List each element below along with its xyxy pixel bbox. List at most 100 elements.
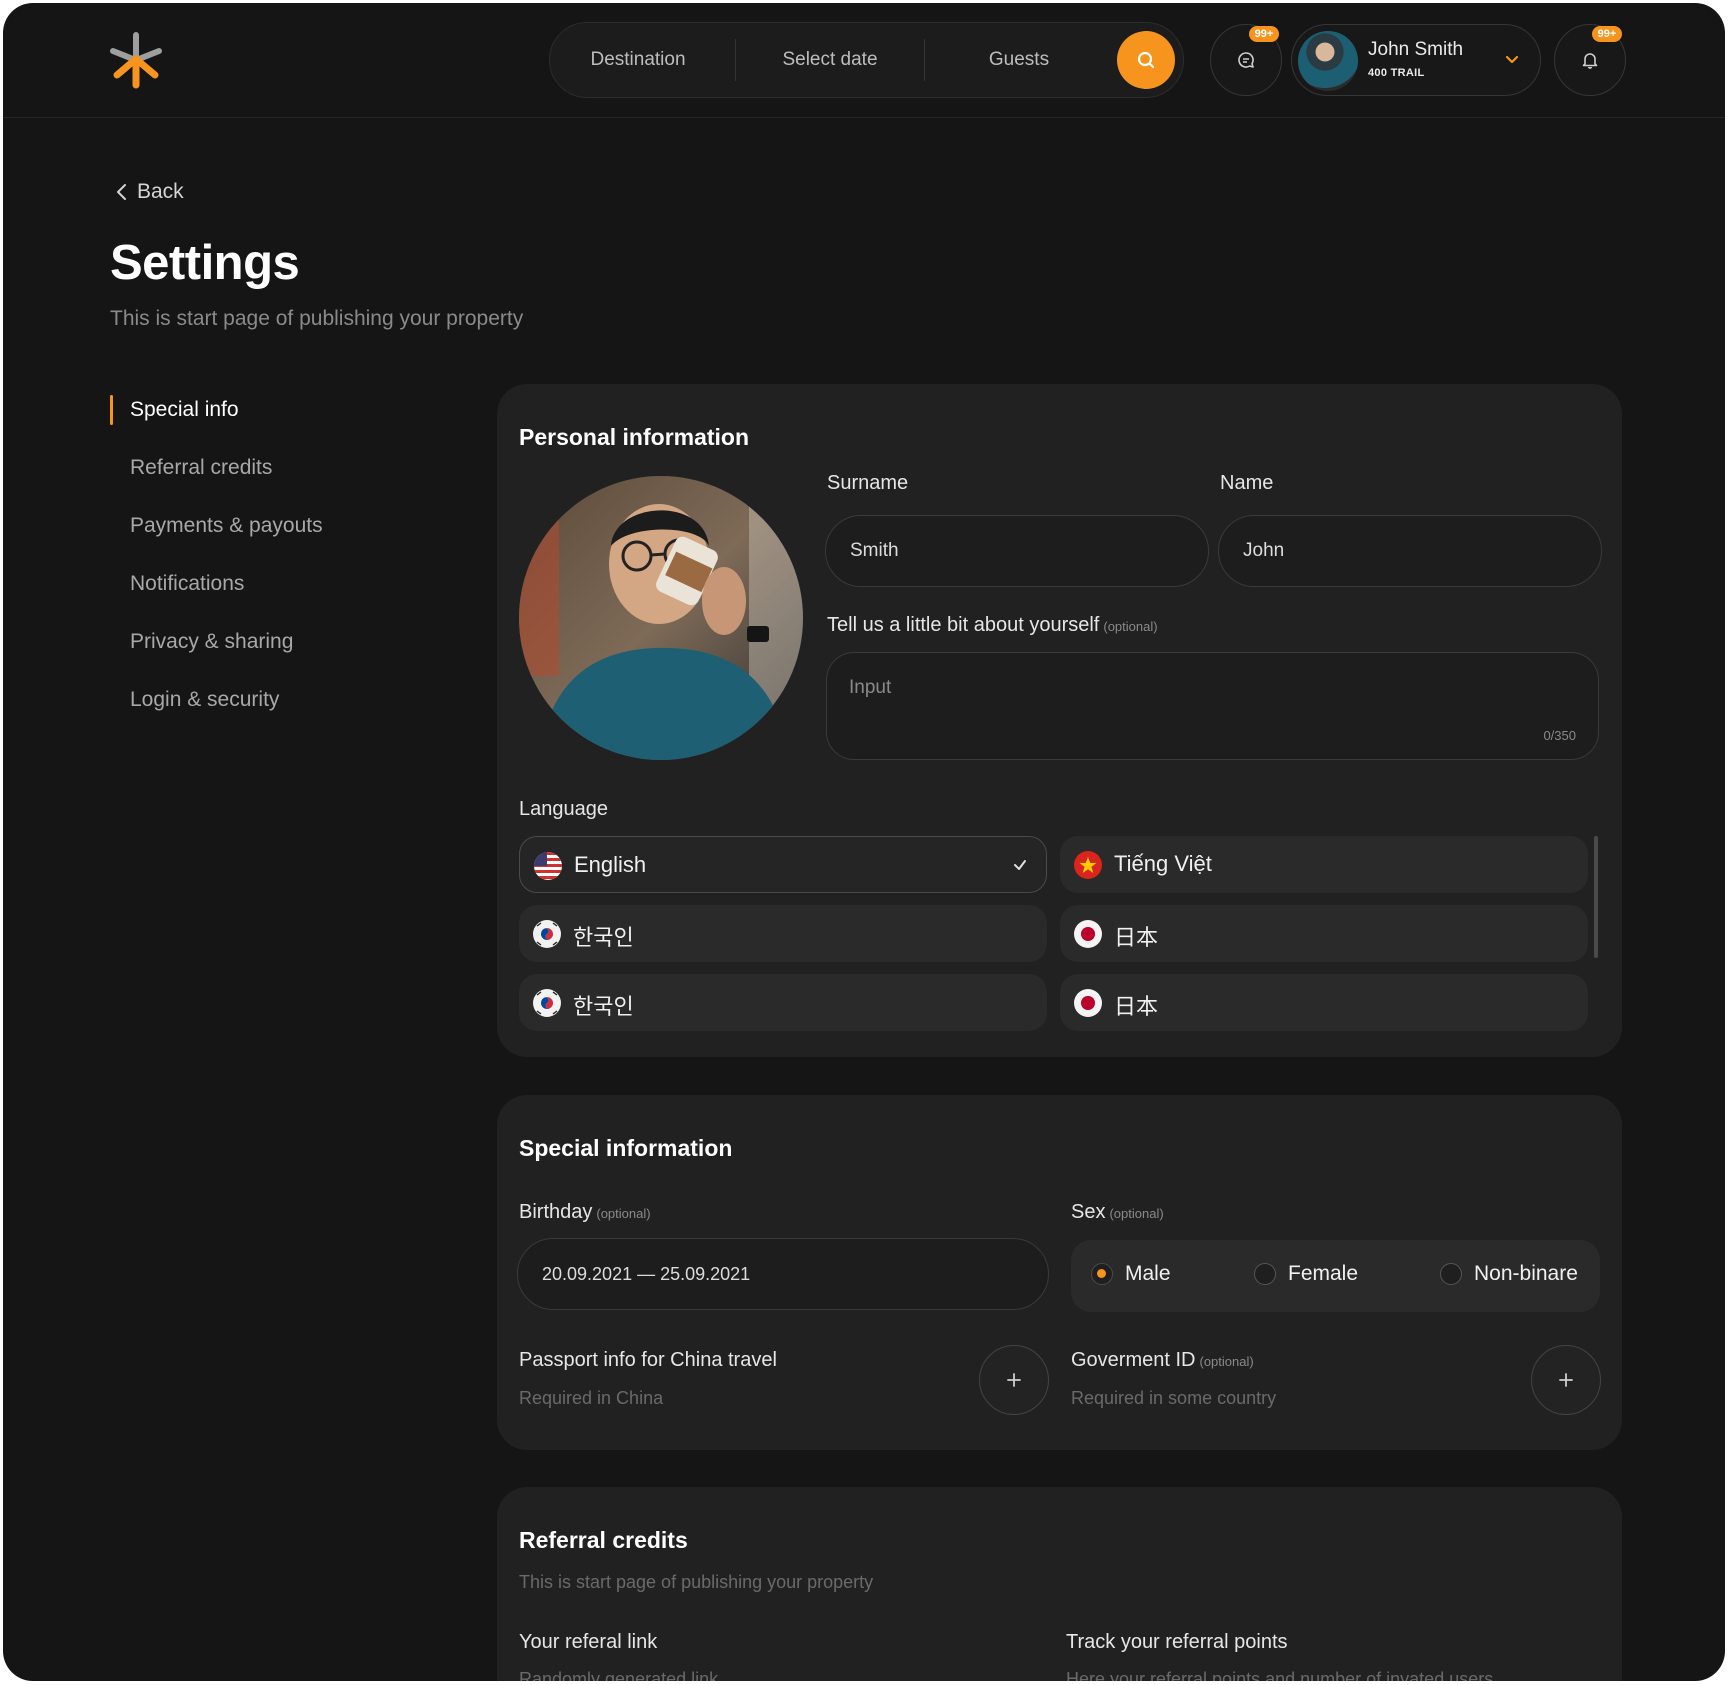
language-label-japanese: 日本 <box>1114 925 1159 950</box>
search-button[interactable] <box>1117 31 1175 89</box>
about-placeholder: Input <box>849 677 892 698</box>
search-bar: Destination Select date Guests <box>549 22 1184 98</box>
jp-flag-icon <box>1074 920 1102 948</box>
settings-sidenav: Special info Referral credits Payments &… <box>110 393 323 741</box>
about-label-text: Tell us a little bit about yourself <box>827 614 1100 636</box>
plus-icon <box>1007 1373 1021 1387</box>
sex-option-female[interactable]: Female <box>1254 1262 1358 1286</box>
nav-item-privacy[interactable]: Privacy & sharing <box>110 625 323 683</box>
avatar <box>1298 31 1358 91</box>
language-label: Language <box>519 798 608 820</box>
referral-link-helper: Randomly generated link <box>519 1669 719 1681</box>
about-optional: (optional) <box>1103 619 1158 634</box>
gov-id-label-text: Goverment ID <box>1071 1349 1196 1371</box>
sex-option-label: Female <box>1288 1262 1359 1285</box>
nav-item-referral-credits[interactable]: Referral credits <box>110 451 323 509</box>
add-gov-id-button[interactable] <box>1531 1345 1601 1415</box>
user-points: 400 TRAIL <box>1368 67 1425 79</box>
birthday-input[interactable] <box>517 1238 1049 1310</box>
personal-info-card: Personal information Surname Smith Name … <box>497 384 1622 1057</box>
language-label-vietnamese: Tiếng Việt <box>1114 851 1212 876</box>
referral-track-helper: Here your referral points and number of … <box>1066 1669 1494 1681</box>
birthday-label-text: Birthday <box>519 1201 593 1223</box>
sex-option-label: Male <box>1125 1262 1171 1285</box>
page-title: Settings <box>110 236 300 290</box>
sex-option-male[interactable]: Male <box>1091 1262 1171 1286</box>
about-textarea[interactable]: Input 0/350 <box>826 652 1599 760</box>
language-option-japanese[interactable]: 日本 <box>1060 905 1588 962</box>
passport-label: Passport info for China travel <box>519 1349 777 1371</box>
sex-label-text: Sex <box>1071 1201 1106 1223</box>
profile-photo-image <box>519 476 803 760</box>
app-frame: Destination Select date Guests 99+ John <box>3 3 1725 1681</box>
nav-item-login-security[interactable]: Login & security <box>110 683 323 741</box>
page-subtitle: This is start page of publishing your pr… <box>110 307 524 330</box>
guests-field[interactable]: Guests <box>925 23 1113 97</box>
notifications-badge: 99+ <box>1592 26 1622 42</box>
nav-item-notifications[interactable]: Notifications <box>110 567 323 625</box>
birthday-optional: (optional) <box>596 1206 651 1221</box>
about-label: Tell us a little bit about yourself (opti… <box>827 614 1158 637</box>
sex-optional: (optional) <box>1109 1206 1164 1221</box>
destination-field[interactable]: Destination <box>550 23 726 97</box>
date-field[interactable]: Select date <box>736 23 924 97</box>
name-input[interactable] <box>1218 515 1602 587</box>
radio-icon <box>1254 1263 1276 1285</box>
passport-helper: Required in China <box>519 1388 664 1408</box>
nav-item-special-info[interactable]: Special info <box>110 393 323 451</box>
bell-icon <box>1582 53 1598 69</box>
user-menu[interactable]: John Smith 400 TRAIL <box>1291 24 1541 96</box>
messages-badge: 99+ <box>1249 26 1279 42</box>
profile-photo[interactable] <box>519 476 803 760</box>
referral-subtitle: This is start page of publishing your pr… <box>519 1572 874 1592</box>
referral-link-label: Your referal link <box>519 1631 658 1653</box>
jp-flag-icon <box>1074 989 1102 1017</box>
about-char-count: 0/350 <box>1543 728 1576 743</box>
language-label-korean: 한국인 <box>573 925 634 950</box>
check-icon <box>1014 860 1026 870</box>
gov-id-optional: (optional) <box>1199 1354 1254 1369</box>
logo-icon[interactable] <box>105 29 167 91</box>
gov-id-helper: Required in some country <box>1071 1388 1277 1408</box>
special-info-title: Special information <box>519 1135 733 1161</box>
sex-option-label: Non-binare <box>1474 1262 1578 1285</box>
kr-flag-icon <box>533 920 561 948</box>
gov-id-label: Goverment ID (optional) <box>1071 1349 1254 1372</box>
personal-info-title: Personal information <box>519 424 750 450</box>
referral-track-label: Track your referral points <box>1066 1631 1288 1653</box>
language-label-japanese-2: 日本 <box>1114 994 1159 1019</box>
name-label: Name <box>1220 472 1274 494</box>
language-scrollbar[interactable] <box>1594 836 1598 958</box>
language-label-english: English <box>574 852 647 877</box>
plus-icon <box>1559 1373 1573 1387</box>
language-option-vietnamese[interactable]: Tiếng Việt <box>1060 836 1588 893</box>
language-option-japanese-2[interactable]: 日本 <box>1060 974 1588 1031</box>
kr-flag-icon <box>533 989 561 1017</box>
language-label-korean-2: 한국인 <box>573 994 634 1019</box>
user-name: John Smith <box>1368 39 1464 60</box>
us-flag-icon <box>534 852 562 880</box>
vn-flag-icon <box>1074 851 1102 879</box>
top-header: Destination Select date Guests 99+ John <box>3 3 1725 118</box>
chat-icon <box>1238 52 1254 68</box>
radio-icon <box>1440 1263 1462 1285</box>
language-option-korean[interactable]: 한국인 <box>519 905 1047 962</box>
nav-item-payments[interactable]: Payments & payouts <box>110 509 323 567</box>
sex-option-non-binary[interactable]: Non-binare <box>1440 1262 1578 1286</box>
referral-card: Referral credits This is start page of p… <box>497 1487 1622 1681</box>
referral-title: Referral credits <box>519 1527 688 1553</box>
back-label: Back <box>137 180 184 203</box>
search-icon <box>1137 51 1155 69</box>
chevron-down-icon <box>1505 55 1519 64</box>
surname-label: Surname <box>827 472 909 494</box>
add-passport-button[interactable] <box>979 1345 1049 1415</box>
sex-radio-group: Male Female Non-binare <box>1071 1240 1600 1312</box>
language-option-english[interactable]: English <box>519 836 1047 893</box>
language-option-korean-2[interactable]: 한국인 <box>519 974 1047 1031</box>
birthday-label: Birthday (optional) <box>519 1201 651 1224</box>
sex-label: Sex (optional) <box>1071 1201 1164 1224</box>
back-link[interactable]: Back <box>115 180 184 204</box>
chevron-left-icon <box>117 184 126 200</box>
surname-input[interactable] <box>825 515 1209 587</box>
radio-selected-icon <box>1091 1263 1113 1285</box>
